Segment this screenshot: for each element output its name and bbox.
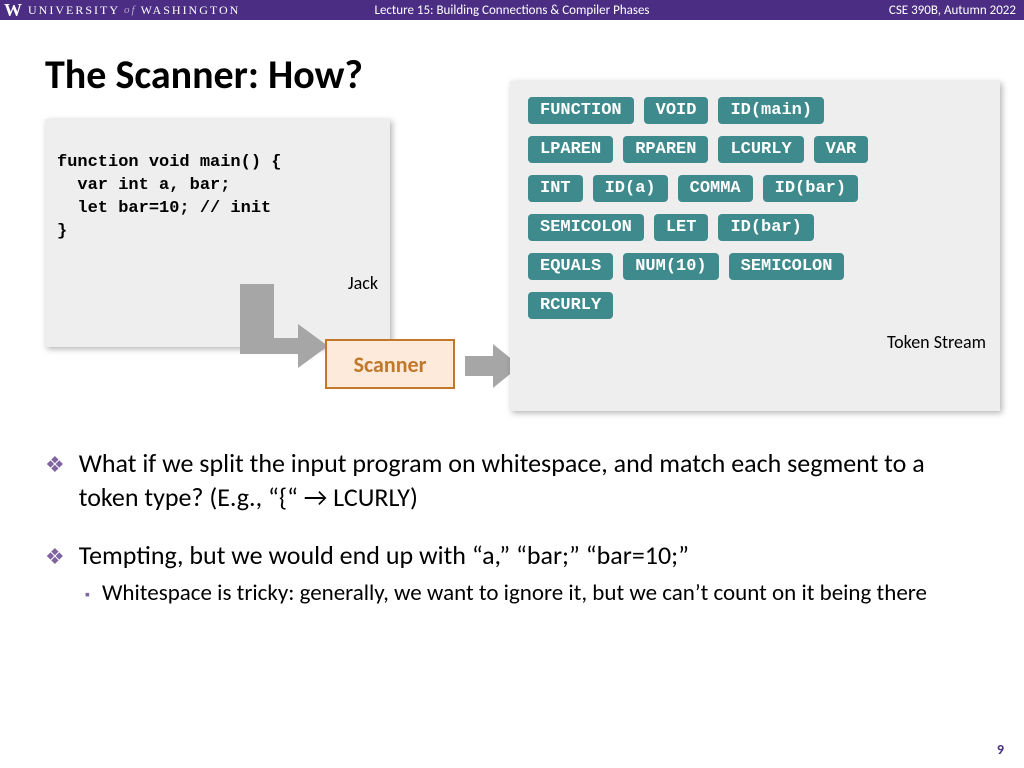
square-bullet-icon: ▪ xyxy=(85,578,102,609)
sub-bullet-text: Whitespace is tricky: generally, we want… xyxy=(102,578,927,609)
token: ID(bar) xyxy=(718,214,813,241)
token-row: RCURLY xyxy=(528,292,986,319)
source-code-box: function void main() { var int a, bar; l… xyxy=(45,119,390,347)
token-row: EQUALS NUM(10) SEMICOLON xyxy=(528,253,986,280)
token: ID(bar) xyxy=(763,175,858,202)
token: SEMICOLON xyxy=(729,253,845,280)
token: LET xyxy=(654,214,709,241)
code-line-3: let bar=10; // init xyxy=(57,199,271,218)
token-row: FUNCTION VOID ID(main) xyxy=(528,97,986,124)
token: RCURLY xyxy=(528,292,613,319)
diamond-bullet-icon: ❖ xyxy=(45,539,79,573)
token: VAR xyxy=(814,136,869,163)
token: NUM(10) xyxy=(623,253,718,280)
token: SEMICOLON xyxy=(528,214,644,241)
token: VOID xyxy=(644,97,709,124)
bullet-1-text: What if we split the input program on wh… xyxy=(79,447,979,515)
bullet-1: ❖ What if we split the input program on … xyxy=(45,447,979,515)
page-number: 9 xyxy=(997,741,1004,758)
bullet-list: ❖ What if we split the input program on … xyxy=(45,447,979,609)
token-stream-panel: FUNCTION VOID ID(main) LPAREN RPAREN LCU… xyxy=(510,81,1000,411)
bullet-2-text: Tempting, but we would end up with “a,” … xyxy=(79,539,689,573)
code-line-1: function void main() { xyxy=(57,153,281,172)
university-of: of xyxy=(120,4,141,16)
token-stream-label: Token Stream xyxy=(528,331,986,353)
lecture-title: Lecture 15: Building Connections & Compi… xyxy=(374,3,649,18)
token: FUNCTION xyxy=(528,97,634,124)
token: LCURLY xyxy=(718,136,803,163)
uw-logo: W xyxy=(0,0,28,21)
slide-body: The Scanner: How? function void main() {… xyxy=(0,20,1024,768)
token: ID(a) xyxy=(593,175,668,202)
diamond-bullet-icon: ❖ xyxy=(45,447,79,515)
university-text-1: UNIVERSITY xyxy=(28,3,120,18)
slide-header: W UNIVERSITY of WASHINGTON Lecture 15: B… xyxy=(0,0,1024,20)
token: INT xyxy=(528,175,583,202)
diagram: function void main() { var int a, bar; l… xyxy=(45,109,979,429)
token-row: LPAREN RPAREN LCURLY VAR xyxy=(528,136,986,163)
code-line-4: } xyxy=(57,222,67,241)
token: ID(main) xyxy=(718,97,824,124)
token: LPAREN xyxy=(528,136,613,163)
token: EQUALS xyxy=(528,253,613,280)
arrow-down-right-icon xyxy=(220,284,330,384)
token-row: SEMICOLON LET ID(bar) xyxy=(528,214,986,241)
code-line-2: var int a, bar; xyxy=(57,176,230,195)
bullet-2: ❖ Tempting, but we would end up with “a,… xyxy=(45,539,979,610)
sub-bullet: ▪ Whitespace is tricky: generally, we wa… xyxy=(85,578,979,609)
scanner-box: Scanner xyxy=(325,339,455,389)
token: RPAREN xyxy=(623,136,708,163)
university-text-2: WASHINGTON xyxy=(141,3,241,18)
token: COMMA xyxy=(678,175,753,202)
token-row: INT ID(a) COMMA ID(bar) xyxy=(528,175,986,202)
course-code: CSE 390B, Autumn 2022 xyxy=(889,3,1024,18)
